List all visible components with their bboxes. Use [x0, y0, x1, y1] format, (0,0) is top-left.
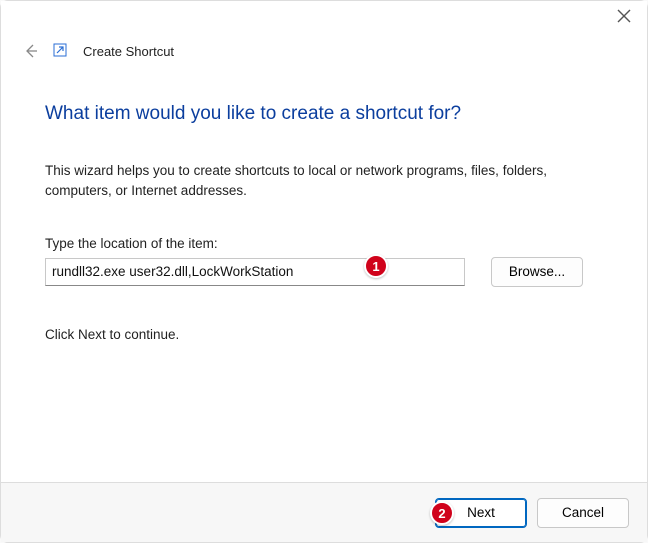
shortcut-icon — [53, 43, 69, 59]
location-label: Type the location of the item: — [45, 236, 603, 251]
continue-text: Click Next to continue. — [45, 327, 603, 342]
wizard-window: Create Shortcut What item would you like… — [1, 1, 647, 542]
cancel-button[interactable]: Cancel — [537, 498, 629, 528]
location-input[interactable] — [45, 258, 465, 286]
footer: Next Cancel — [1, 482, 647, 542]
close-icon[interactable] — [617, 9, 631, 23]
page-title: Create Shortcut — [83, 44, 174, 59]
header-row: Create Shortcut — [1, 33, 647, 59]
back-arrow-icon[interactable] — [23, 43, 39, 59]
location-row: Browse... — [45, 257, 603, 287]
browse-button[interactable]: Browse... — [491, 257, 583, 287]
wizard-description: This wizard helps you to create shortcut… — [45, 161, 603, 202]
titlebar — [1, 1, 647, 33]
wizard-heading: What item would you like to create a sho… — [45, 103, 603, 125]
next-button[interactable]: Next — [435, 498, 527, 528]
content-area: What item would you like to create a sho… — [1, 59, 647, 482]
